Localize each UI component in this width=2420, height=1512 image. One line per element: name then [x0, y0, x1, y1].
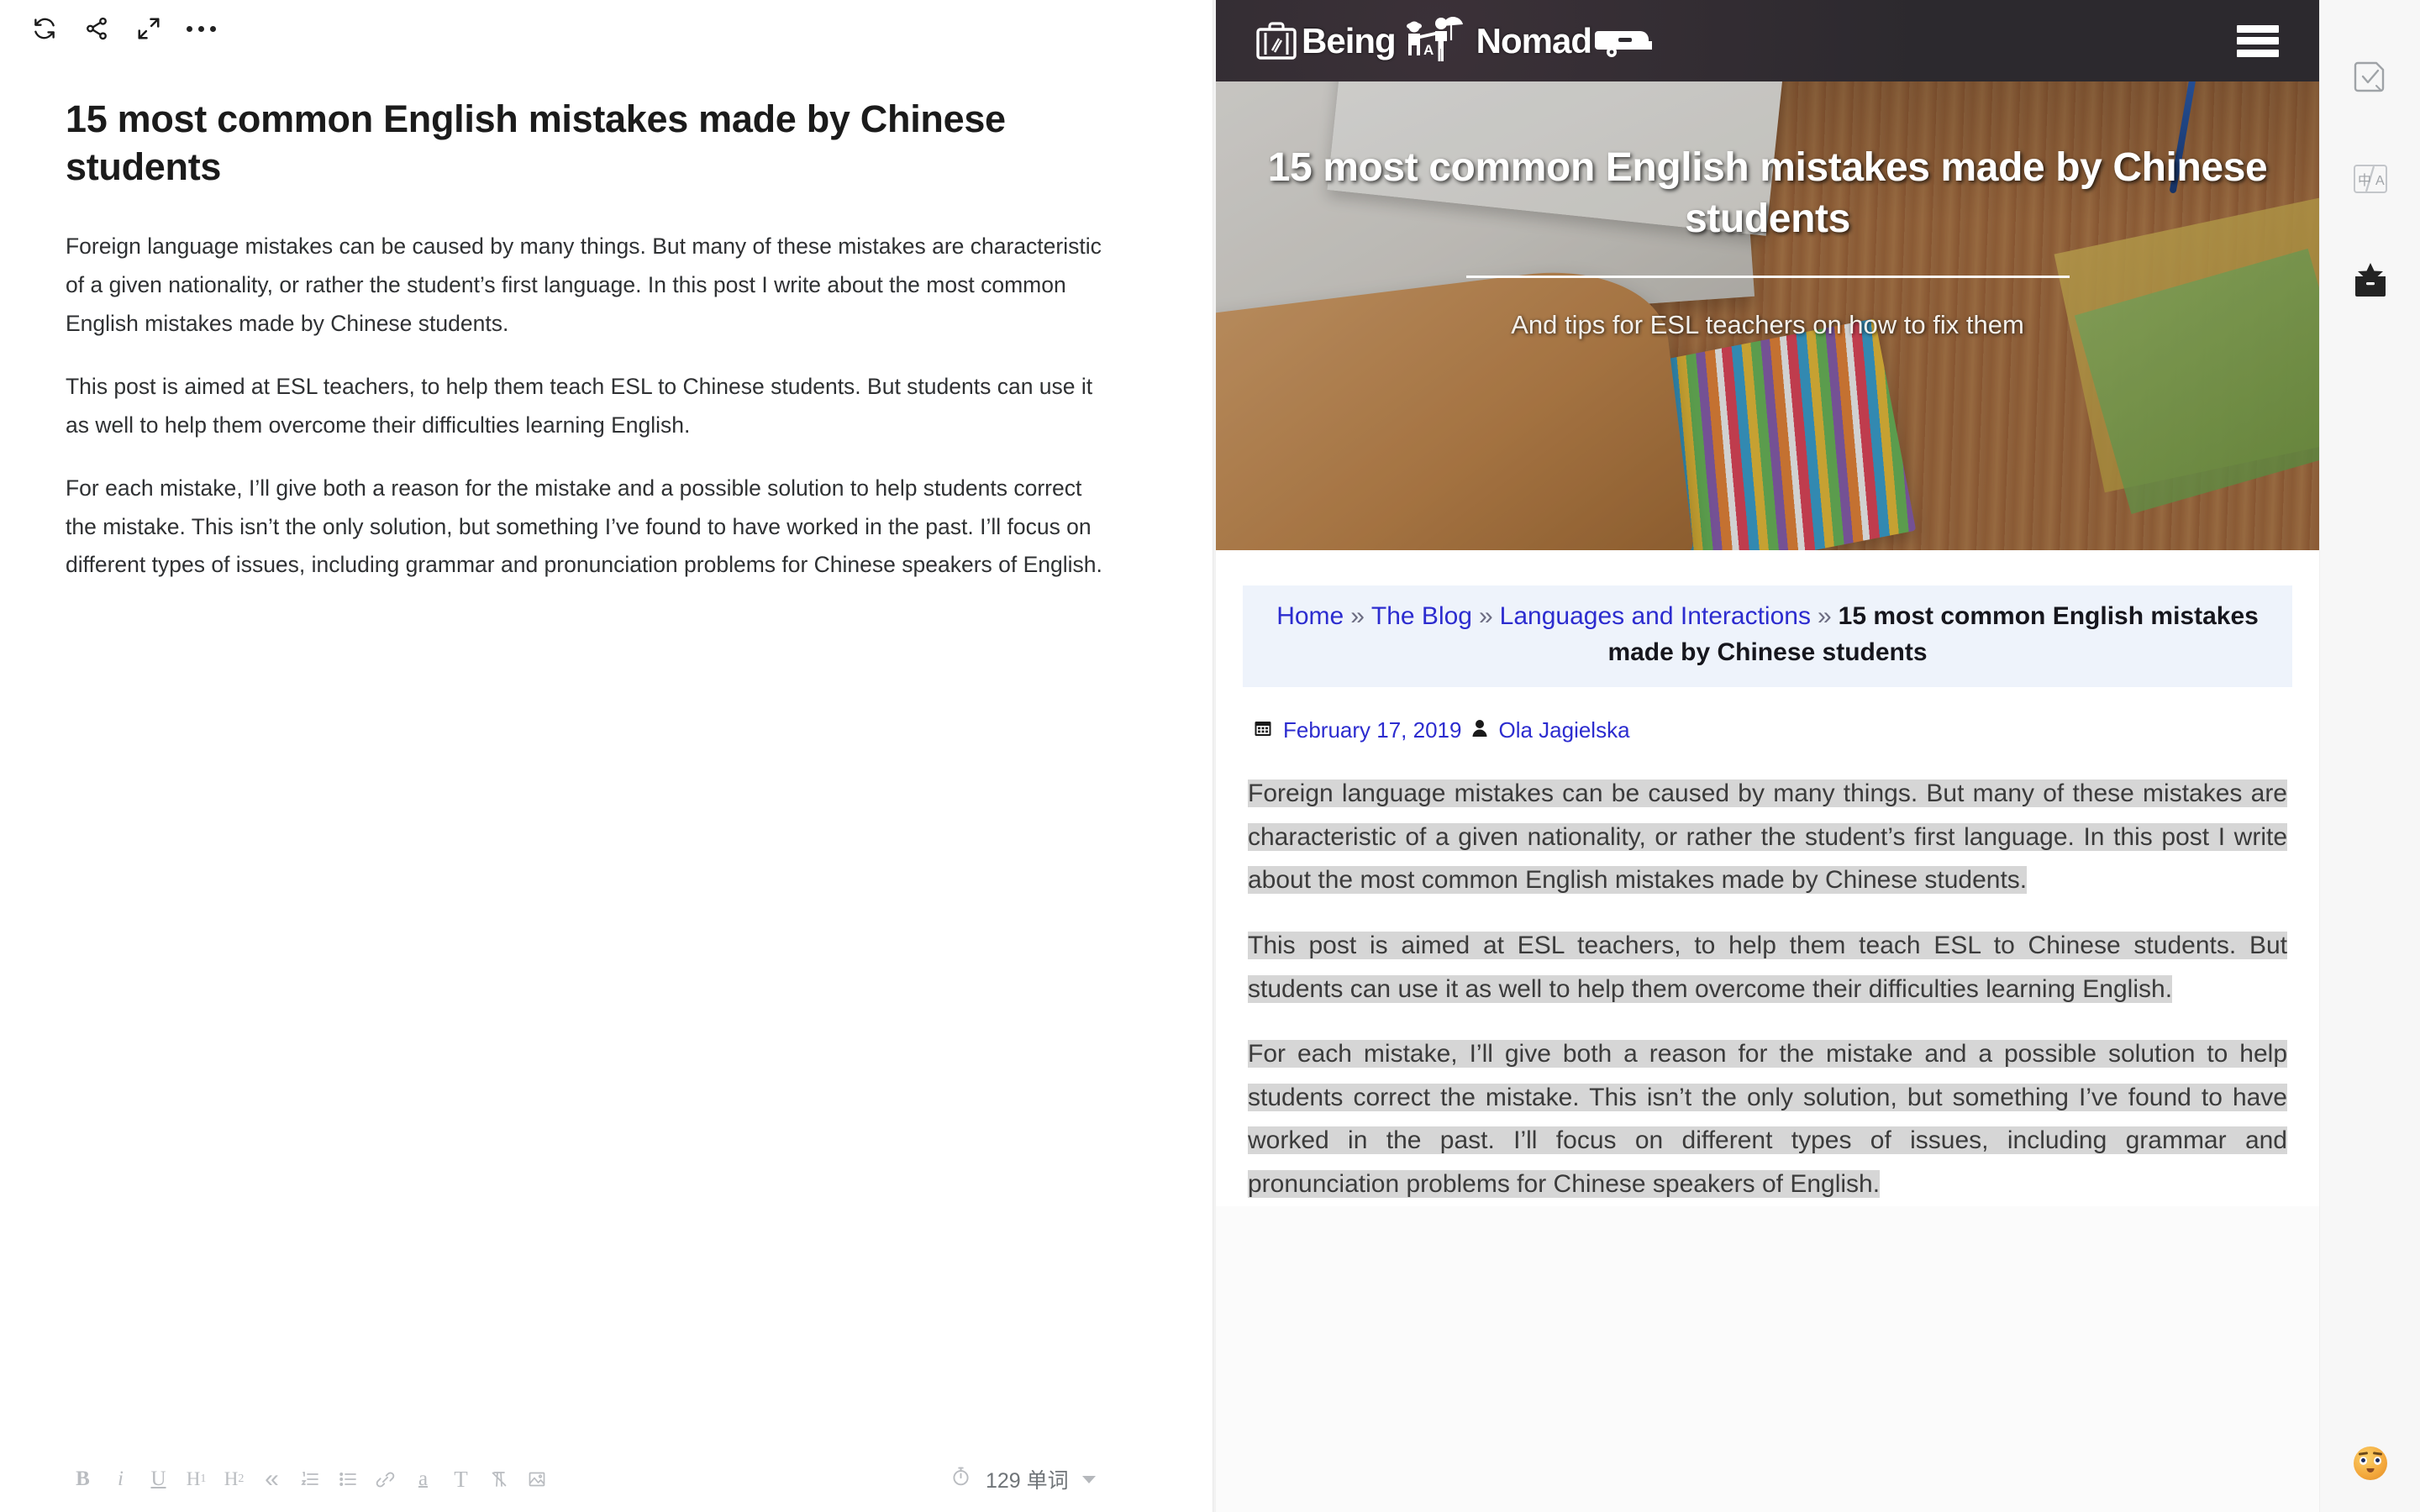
emoji-eye-left	[2359, 1457, 2367, 1465]
hero-subtitle: And tips for ESL teachers on how to fix …	[1511, 309, 2024, 339]
bulleted-list-button[interactable]	[329, 1459, 366, 1499]
proofread-button[interactable]	[2344, 52, 2396, 104]
heading1-button[interactable]: H1	[177, 1459, 215, 1499]
document-title: 15 most common English mistakes made by …	[66, 97, 1006, 188]
heading2-button[interactable]: H2	[215, 1459, 253, 1499]
breadcrumb-item-the-blog[interactable]: The Blog	[1371, 602, 1472, 630]
ordered-list-icon	[300, 1469, 320, 1489]
document-paragraph-2: This post is aimed at ESL teachers, to h…	[66, 374, 1093, 438]
expand-button[interactable]	[123, 5, 175, 52]
hamburger-menu-button[interactable]	[2237, 24, 2279, 57]
svg-text:中: 中	[2358, 173, 2371, 188]
preview-pane: Being A Nomad 15 most common English mis…	[1216, 0, 2319, 1512]
hero-banner: 15 most common English mistakes made by …	[1216, 81, 2319, 550]
assistant-emoji-badge[interactable]	[2353, 1446, 2387, 1480]
ordered-list-button[interactable]	[291, 1459, 329, 1499]
post-meta: February 17, 2019 Ola Jagielska	[1243, 717, 2292, 743]
caravan-icon	[1593, 21, 1654, 61]
text-style-button[interactable]: T	[442, 1459, 480, 1499]
hero-content: 15 most common English mistakes made by …	[1216, 142, 2319, 340]
post-paragraph-3-text: For each mistake, I’ll give both a reaso…	[1248, 1040, 2287, 1198]
editor-format-bar: B i U H1 H2 « a T 129 单词	[0, 1446, 1213, 1512]
hero-title: 15 most common English mistakes made by …	[1267, 145, 2268, 242]
right-rail: 中 A	[2319, 0, 2420, 1512]
heading1-sub: 1	[200, 1473, 207, 1485]
emoji-eye-right	[2373, 1457, 2381, 1465]
post-paragraph-1: Foreign language mistakes can be caused …	[1243, 772, 2292, 902]
hamburger-bar-2	[2237, 37, 2279, 45]
travellers-icon: A	[1397, 15, 1475, 67]
format-tools: B i U H1 H2 « a T	[64, 1459, 555, 1499]
heading2-letter: H	[224, 1468, 239, 1489]
breadcrumb: Home» The Blog» Languages and Interactions…	[1243, 585, 2292, 688]
sync-icon	[32, 16, 57, 41]
post-paragraph-2-text: This post is aimed at ESL teachers, to h…	[1248, 931, 2287, 1003]
app-root: 15 most common English mistakes made by …	[0, 0, 2420, 1512]
expand-icon	[136, 16, 161, 41]
site-header: Being A Nomad	[1216, 0, 2319, 81]
image-icon	[527, 1469, 547, 1489]
hero-divider	[1465, 275, 2070, 278]
document-paragraph-1: Foreign language mistakes can be caused …	[66, 234, 1102, 336]
more-options-icon	[186, 25, 216, 32]
heading2-sub: 2	[238, 1473, 245, 1485]
archive-button[interactable]	[2344, 254, 2396, 306]
user-icon	[1471, 719, 1488, 742]
suitcase-icon	[1253, 19, 1300, 63]
editor-document[interactable]: 15 most common English mistakes made by …	[0, 57, 1213, 1446]
breadcrumb-item-home[interactable]: Home	[1276, 602, 1344, 630]
stopwatch-icon	[950, 1465, 972, 1494]
bulleted-list-icon	[338, 1469, 358, 1489]
logo-text-nomad: Nomad	[1476, 20, 1592, 60]
site-logo[interactable]: Being A Nomad	[1241, 15, 1654, 67]
hamburger-bar-1	[2237, 24, 2279, 33]
post-author[interactable]: Ola Jagielska	[1498, 717, 1629, 743]
italic-button[interactable]: i	[102, 1459, 139, 1499]
calendar-icon	[1253, 718, 1273, 743]
bold-button[interactable]: B	[64, 1459, 102, 1499]
highlight-button[interactable]: a	[404, 1459, 442, 1499]
underline-button[interactable]: U	[139, 1459, 177, 1499]
logo-text-being: Being	[1302, 20, 1397, 60]
hamburger-bar-3	[2237, 49, 2279, 57]
word-count-label: 129 单词	[986, 1469, 1069, 1493]
share-icon	[84, 16, 109, 41]
clear-format-icon	[489, 1469, 509, 1489]
emoji-mouth	[2366, 1468, 2374, 1473]
article: Home» The Blog» Languages and Interactions…	[1216, 550, 2319, 1206]
insert-image-button[interactable]	[518, 1459, 555, 1499]
blockquote-button[interactable]: «	[253, 1459, 291, 1499]
translate-button[interactable]: 中 A	[2344, 153, 2396, 205]
clear-format-button[interactable]	[480, 1459, 518, 1499]
document-paragraph-3: For each mistake, I’ll give both a reaso…	[66, 475, 1102, 578]
post-body: Foreign language mistakes can be caused …	[1243, 772, 2292, 1205]
breadcrumb-item-languages-and-interactions[interactable]: Languages and Interactions	[1500, 602, 1811, 630]
chevron-down-icon[interactable]	[1081, 1475, 1096, 1483]
link-button[interactable]	[366, 1459, 404, 1499]
emoji-brow-left	[2358, 1452, 2368, 1456]
svg-text:A: A	[2375, 174, 2385, 188]
heading1-letter: H	[186, 1468, 201, 1489]
post-paragraph-3: For each mistake, I’ll give both a reaso…	[1243, 1032, 2292, 1205]
translate-icon: 中 A	[2353, 164, 2388, 194]
post-paragraph-2: This post is aimed at ESL teachers, to h…	[1243, 924, 2292, 1011]
svg-text:A: A	[1423, 42, 1434, 58]
emoji-brow-right	[2372, 1452, 2382, 1456]
document-check-icon	[2354, 60, 2387, 96]
breadcrumb-separator-1: »	[1350, 602, 1365, 630]
breadcrumb-separator-3: »	[1817, 602, 1832, 630]
sync-button[interactable]	[18, 5, 71, 52]
link-icon	[375, 1469, 396, 1490]
post-date[interactable]: February 17, 2019	[1283, 717, 1461, 743]
archive-box-icon	[2352, 262, 2389, 297]
editor-pane: 15 most common English mistakes made by …	[0, 0, 1213, 1512]
post-paragraph-1-text: Foreign language mistakes can be caused …	[1248, 780, 2287, 895]
share-button[interactable]	[71, 5, 123, 52]
word-count-area[interactable]: 129 单词	[950, 1446, 1096, 1512]
editor-toolbar	[0, 0, 1213, 57]
more-options-button[interactable]	[175, 5, 227, 52]
site-preview: Being A Nomad 15 most common English mis…	[1216, 0, 2319, 1206]
breadcrumb-separator-2: »	[1478, 602, 1493, 630]
